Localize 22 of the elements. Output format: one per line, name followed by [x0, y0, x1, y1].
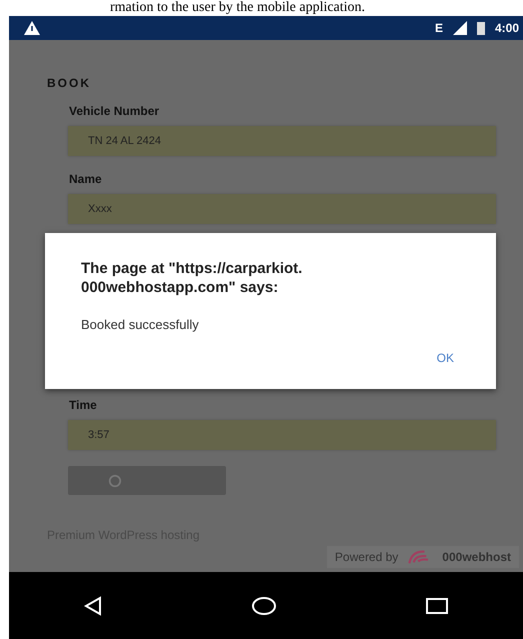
input-field[interactable]: TN 24 AL 2424: [68, 126, 496, 156]
dialog-message: Booked successfully: [81, 317, 200, 332]
dialog-title: The page at "https://carparkiot. 000webhostapp.com" says:: [81, 259, 304, 297]
network-type: E: [434, 21, 443, 35]
caption-text: rmation to the user by the mobile application.: [109, 0, 366, 16]
powered-by-badge[interactable]: Powered by 000webhost: [326, 546, 519, 568]
ok-button[interactable]: OK: [434, 349, 456, 367]
input-field[interactable]: Xxxx: [68, 194, 496, 224]
warning-icon: [24, 21, 40, 35]
back-icon[interactable]: [83, 596, 103, 616]
signal-icon: [452, 21, 467, 35]
powered-by-text: Powered by: [334, 550, 398, 564]
brand-name: 000webhost: [442, 550, 511, 564]
field-label: Name: [69, 172, 103, 186]
field-label: Vehicle Number: [69, 104, 160, 118]
battery-icon: [476, 21, 485, 35]
form-title: BOOK: [47, 76, 92, 90]
clock-time: 4:00: [494, 21, 519, 35]
input-field[interactable]: 3:57: [68, 420, 496, 450]
recents-icon[interactable]: [425, 596, 449, 616]
home-icon[interactable]: [251, 596, 277, 616]
field-label: Time: [69, 398, 98, 412]
